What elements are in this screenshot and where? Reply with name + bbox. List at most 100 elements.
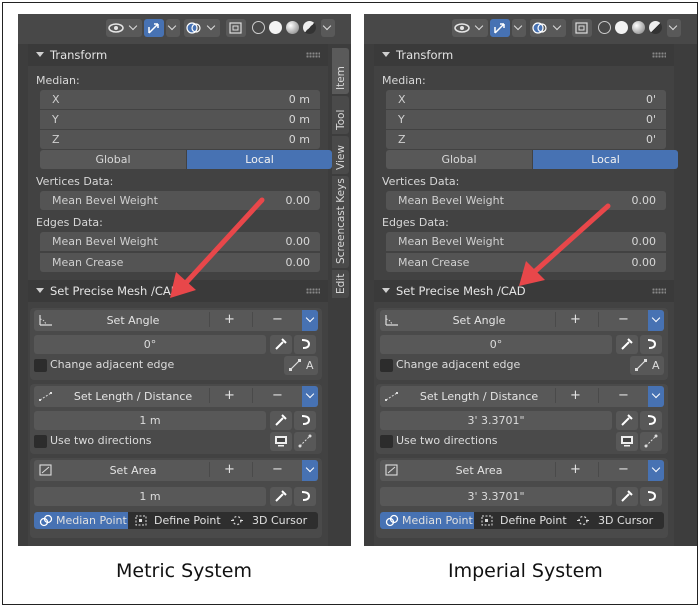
cad-section-header[interactable]: Set Precise Mesh /CAD (374, 280, 674, 302)
display-button[interactable] (616, 432, 638, 451)
median-z-field[interactable]: Z 0' (386, 130, 666, 149)
edge-mode-button[interactable]: A (630, 356, 664, 375)
apply-button[interactable] (294, 411, 316, 430)
rendered-shading-icon[interactable] (303, 21, 316, 34)
global-button[interactable]: Global (386, 150, 532, 169)
gizmo-dropdown[interactable] (512, 19, 526, 37)
global-button[interactable]: Global (40, 150, 186, 169)
area-value-field[interactable]: 3' 3.3701" (380, 487, 612, 506)
edge-mode-button[interactable]: A (284, 356, 318, 375)
remove-button[interactable]: − (598, 388, 648, 403)
eyedropper-button[interactable] (270, 411, 292, 430)
drag-grip-icon[interactable] (652, 288, 666, 294)
shading-dropdown[interactable] (321, 19, 335, 37)
eyedropper-button[interactable] (616, 335, 638, 354)
cursor-3d-option[interactable]: 3D Cursor (252, 512, 316, 529)
define-point-option[interactable]: Define Point (500, 512, 580, 529)
edge-bevel-weight-field[interactable]: Mean Bevel Weight 0.00 (386, 232, 666, 251)
edge-bevel-weight-field[interactable]: Mean Bevel Weight 0.00 (40, 232, 320, 251)
eyedropper-button[interactable] (270, 335, 292, 354)
shading-dropdown[interactable] (667, 19, 681, 37)
options-dropdown[interactable] (302, 386, 318, 407)
mean-crease-field[interactable]: Mean Crease 0.00 (40, 253, 320, 272)
length-value-field[interactable]: 3' 3.3701" (380, 411, 612, 430)
xray-toggle[interactable] (226, 19, 246, 37)
rendered-shading-icon[interactable] (649, 21, 662, 34)
set-area-button[interactable]: Set Area (404, 464, 554, 477)
tab-view[interactable]: View (332, 136, 349, 174)
apply-button[interactable] (294, 335, 316, 354)
remove-button[interactable]: − (598, 312, 648, 327)
apply-button[interactable] (640, 411, 662, 430)
use-two-directions-checkbox[interactable] (34, 435, 47, 448)
median-x-field[interactable]: X 0 m (40, 90, 320, 109)
add-button[interactable]: + (209, 388, 249, 403)
apply-button[interactable] (640, 335, 662, 354)
median-y-field[interactable]: Y 0 m (40, 110, 320, 129)
display-button[interactable] (270, 432, 292, 451)
tab-edit[interactable]: Edit (332, 270, 349, 298)
options-dropdown[interactable] (302, 460, 318, 481)
add-button[interactable]: + (555, 462, 595, 477)
angle-value-field[interactable]: 0° (380, 335, 612, 354)
drag-grip-icon[interactable] (306, 288, 320, 294)
add-button[interactable]: + (555, 312, 595, 327)
median-x-field[interactable]: X 0' (386, 90, 666, 109)
change-adjacent-edge-checkbox[interactable] (34, 359, 47, 372)
change-adjacent-edge-checkbox[interactable] (380, 359, 393, 372)
median-z-field[interactable]: Z 0 m (40, 130, 320, 149)
vertex-bevel-weight-field[interactable]: Mean Bevel Weight 0.00 (40, 191, 320, 210)
material-shading-icon[interactable] (286, 21, 299, 34)
set-length-button[interactable]: Set Length / Distance (58, 390, 208, 403)
length-value-field[interactable]: 1 m (34, 411, 266, 430)
xray-toggle[interactable] (572, 19, 592, 37)
overlay-dropdown[interactable] (530, 19, 566, 37)
tab-tool[interactable]: Tool (332, 96, 349, 134)
remove-button[interactable]: − (252, 312, 302, 327)
options-dropdown[interactable] (648, 460, 664, 481)
transform-section-header[interactable]: Transform (28, 44, 328, 66)
solid-shading-icon[interactable] (615, 21, 628, 34)
eyedropper-button[interactable] (616, 411, 638, 430)
apply-button[interactable] (640, 487, 662, 506)
set-length-button[interactable]: Set Length / Distance (404, 390, 554, 403)
define-point-option[interactable]: Define Point (154, 512, 234, 529)
apply-button[interactable] (294, 487, 316, 506)
remove-button[interactable]: − (598, 462, 648, 477)
add-button[interactable]: + (209, 462, 249, 477)
vertex-bevel-weight-field[interactable]: Mean Bevel Weight 0.00 (386, 191, 666, 210)
wireframe-shading-icon[interactable] (598, 21, 611, 34)
solid-shading-icon[interactable] (269, 21, 282, 34)
tab-item[interactable]: Item (332, 48, 349, 94)
drag-grip-icon[interactable] (306, 52, 320, 58)
set-area-button[interactable]: Set Area (58, 464, 208, 477)
material-shading-icon[interactable] (632, 21, 645, 34)
local-button[interactable]: Local (187, 150, 332, 169)
visibility-dropdown[interactable] (106, 19, 142, 37)
points-button[interactable] (640, 432, 662, 451)
tab-screencast-keys[interactable]: Screencast Keys (332, 176, 349, 268)
drag-grip-icon[interactable] (652, 52, 666, 58)
add-button[interactable]: + (209, 312, 249, 327)
local-button[interactable]: Local (533, 150, 678, 169)
visibility-dropdown[interactable] (452, 19, 488, 37)
overlay-dropdown[interactable] (184, 19, 220, 37)
add-button[interactable]: + (555, 388, 595, 403)
gizmo-toggle[interactable] (144, 19, 164, 37)
remove-button[interactable]: − (252, 462, 302, 477)
mean-crease-field[interactable]: Mean Crease 0.00 (386, 253, 666, 272)
options-dropdown[interactable] (302, 310, 318, 331)
cursor-3d-option[interactable]: 3D Cursor (598, 512, 662, 529)
cad-section-header[interactable]: Set Precise Mesh /CAD (28, 280, 328, 302)
gizmo-toggle[interactable] (490, 19, 510, 37)
points-button[interactable] (294, 432, 316, 451)
median-y-field[interactable]: Y 0' (386, 110, 666, 129)
use-two-directions-checkbox[interactable] (380, 435, 393, 448)
transform-section-header[interactable]: Transform (374, 44, 674, 66)
eyedropper-button[interactable] (270, 487, 292, 506)
wireframe-shading-icon[interactable] (252, 21, 265, 34)
area-value-field[interactable]: 1 m (34, 487, 266, 506)
gizmo-dropdown[interactable] (166, 19, 180, 37)
set-angle-button[interactable]: Set Angle (58, 314, 208, 327)
angle-value-field[interactable]: 0° (34, 335, 266, 354)
